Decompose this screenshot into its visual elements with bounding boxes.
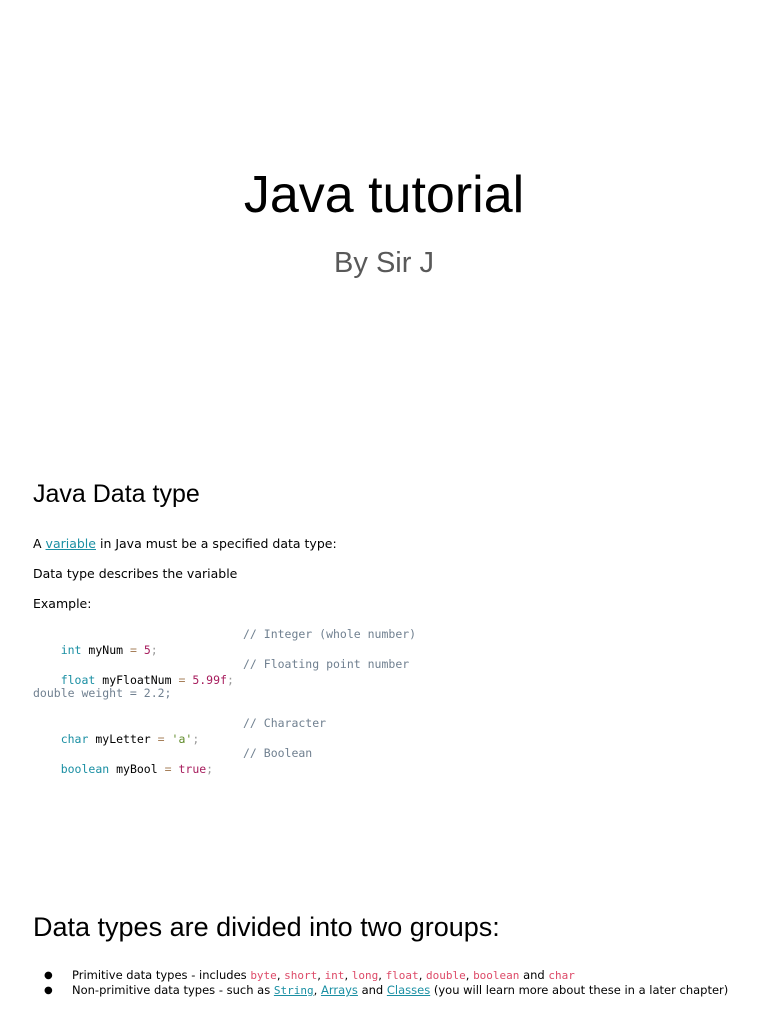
- list-separator: ,: [317, 968, 321, 982]
- code-identifier: myLetter: [95, 732, 151, 746]
- code-comment: // Integer (whole number): [243, 627, 417, 641]
- code-punctuation: ;: [206, 762, 214, 776]
- code-operator: =: [164, 762, 172, 776]
- arrays-link[interactable]: Arrays: [321, 983, 358, 997]
- list-separator: ,: [313, 983, 318, 997]
- code-operator: =: [178, 673, 186, 687]
- bullet-icon: ●: [44, 970, 53, 981]
- data-type-groups-list: ● Primitive data types - includes byte, …: [0, 968, 768, 998]
- code-punctuation: ;: [226, 673, 234, 687]
- code-line-double: double weight = 2.2;: [33, 686, 172, 700]
- list-item-prefix: Primitive data types - includes: [72, 968, 247, 982]
- list-separator: ,: [465, 968, 470, 982]
- document-title: Java tutorial: [243, 166, 525, 224]
- code-keyword: int: [60, 643, 82, 657]
- paragraph-suffix: in Java must be a specified data type:: [99, 536, 337, 551]
- section-heading-groups: Data types are divided into two groups:: [33, 912, 500, 942]
- inline-code: double: [426, 969, 466, 982]
- list-item-primitive: ● Primitive data types - includes byte, …: [0, 968, 768, 983]
- paragraph-example-label: Example:: [33, 596, 92, 611]
- list-separator: ,: [276, 968, 281, 982]
- inline-code: float: [385, 969, 419, 982]
- code-comment: // Character: [243, 716, 327, 730]
- list-conjunction: and: [361, 983, 384, 997]
- code-value: 'a': [171, 732, 193, 746]
- code-punctuation: ;: [150, 643, 158, 657]
- list-separator: ,: [418, 968, 423, 982]
- inline-code: short: [284, 969, 318, 982]
- list-item-non-primitive: ● Non-primitive data types - such as Str…: [0, 983, 768, 998]
- list-conjunction: and: [523, 968, 545, 982]
- code-comment: // Floating point number: [243, 657, 410, 671]
- paragraph-data-type-description: Data type describes the variable: [33, 566, 238, 581]
- list-item-text: Non-primitive data types - such as Strin…: [72, 983, 728, 998]
- list-separator: ,: [344, 968, 349, 982]
- code-identifier: myNum: [88, 643, 124, 657]
- code-line-boolean: boolean myBool = true; // Boolean: [33, 745, 313, 809]
- list-separator: ,: [378, 968, 382, 982]
- string-link[interactable]: String: [274, 984, 314, 997]
- code-value: 5: [143, 643, 151, 657]
- inline-code: long: [351, 969, 379, 982]
- section-heading-data-type: Java Data type: [33, 480, 200, 508]
- code-comment: // Boolean: [243, 746, 313, 760]
- code-operator: =: [157, 732, 165, 746]
- code-keyword: boolean: [60, 762, 110, 776]
- code-operator: =: [129, 643, 137, 657]
- inline-code: char: [548, 969, 575, 982]
- list-item-suffix: (you will learn more about these in a la…: [433, 983, 729, 997]
- code-identifier: myBool: [116, 762, 158, 776]
- inline-code: int: [324, 969, 345, 982]
- inline-code: byte: [250, 969, 277, 982]
- list-item-text: Primitive data types - includes byte, sh…: [72, 968, 575, 983]
- paragraph-prefix: A: [33, 536, 42, 551]
- bullet-icon: ●: [44, 985, 53, 996]
- list-item-prefix: Non-primitive data types - such as: [72, 983, 271, 997]
- document-page: Java tutorial By Sir J Java Data type A …: [0, 0, 768, 1024]
- code-keyword: char: [60, 732, 89, 746]
- code-punctuation: ;: [192, 732, 200, 746]
- variable-link[interactable]: variable: [46, 536, 96, 551]
- code-value: true: [178, 762, 207, 776]
- paragraph-variable-intro: A variable in Java must be a specified d…: [33, 536, 337, 552]
- code-value: 5.99f: [192, 673, 227, 687]
- document-subtitle: By Sir J: [334, 247, 434, 279]
- classes-link[interactable]: Classes: [387, 983, 430, 997]
- inline-code: boolean: [473, 969, 520, 982]
